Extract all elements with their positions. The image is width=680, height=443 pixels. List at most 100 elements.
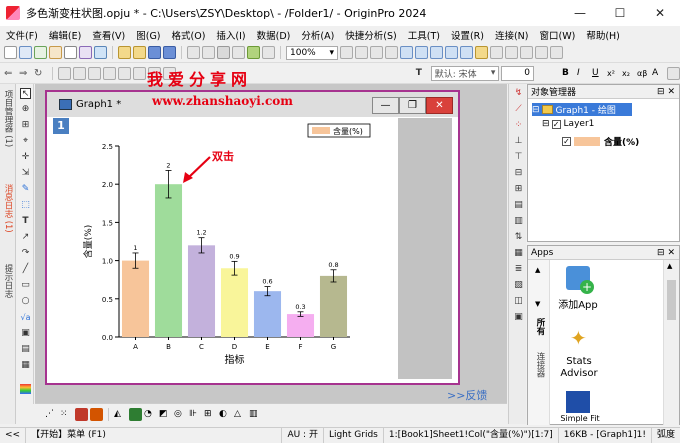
fill-color-icon[interactable] — [667, 66, 680, 80]
zoom-in-icon[interactable] — [340, 46, 353, 59]
arrow-left-icon[interactable]: ⇐ — [4, 67, 17, 80]
redo-icon[interactable] — [102, 66, 116, 80]
menu-connect[interactable]: 连接(N) — [495, 28, 529, 42]
app-label-stats-advisor[interactable]: Stats Advisor — [550, 356, 608, 380]
x-axis-label[interactable]: 指标 — [225, 353, 245, 366]
collapse-icon[interactable]: ⊟ — [532, 105, 540, 115]
snap-icon[interactable] — [117, 66, 131, 80]
font-color-icon[interactable]: A — [652, 67, 665, 80]
apps-scrollbar[interactable]: ▲ — [663, 260, 679, 425]
refresh-icon[interactable] — [262, 46, 275, 59]
superscript-icon[interactable]: x² — [607, 67, 620, 80]
tab-project-explorer[interactable]: 项目管理器 (1) — [2, 90, 14, 147]
color-scale-icon[interactable]: ▨ — [513, 280, 524, 291]
graph-window[interactable]: Graph1 * — ❐ ✕ 1 1 2 1.2 0.9 0.6 0.3 0.8 0.0 0.… — [45, 90, 460, 385]
menu-file[interactable]: 文件(F) — [6, 28, 38, 42]
text-tool-icon[interactable]: T — [416, 67, 429, 80]
y-axis-label[interactable]: 含量(%) — [82, 225, 94, 259]
status-theme[interactable]: Light Grids — [324, 427, 384, 443]
ternary-icon[interactable]: △ — [234, 408, 247, 421]
line-tool-icon[interactable]: ╱ — [20, 264, 31, 275]
new-folder-icon[interactable] — [505, 46, 518, 59]
curved-arrow-icon[interactable]: ↷ — [20, 248, 31, 259]
merge-icon[interactable]: ⊞ — [513, 184, 524, 195]
tree-layer-node[interactable]: ⊟ ✓ Layer1 — [542, 119, 594, 129]
stats-advisor-icon[interactable]: ✦ — [570, 326, 587, 350]
plot-checkbox[interactable]: ✓ — [562, 137, 571, 146]
bar-plot-icon[interactable] — [90, 408, 103, 421]
scroll-up-icon[interactable]: ▲ — [667, 262, 672, 270]
new-workbook-icon[interactable] — [19, 46, 32, 59]
scroll-up-icon[interactable]: ▲ — [535, 266, 540, 274]
close-button[interactable]: ✕ — [640, 0, 680, 26]
whole-page-icon[interactable] — [370, 46, 383, 59]
redraw-icon[interactable]: ↻ — [34, 67, 47, 80]
tree-plot-node[interactable]: ✓ 含量(%) — [562, 135, 639, 148]
arrow-tool-icon[interactable]: ↗ — [20, 232, 31, 243]
simple-fit-icon[interactable] — [566, 391, 590, 413]
graph-minimize-button[interactable]: — — [372, 97, 399, 114]
scale-tool-icon[interactable]: ⊞ — [20, 120, 31, 131]
zoom-out-icon[interactable] — [355, 46, 368, 59]
duplicate-icon[interactable] — [247, 46, 260, 59]
pin-icon[interactable]: ⊟ ✕ — [657, 248, 679, 258]
3d-plot-icon[interactable]: ◩ — [159, 408, 172, 421]
menu-analysis[interactable]: 分析(A) — [301, 28, 334, 42]
print-icon[interactable] — [217, 46, 230, 59]
underline-icon[interactable]: U — [592, 67, 605, 80]
tree-graph-node[interactable]: ⊟ Graph1 - 绘图 — [532, 103, 632, 116]
save-template-icon[interactable] — [163, 46, 176, 59]
menu-insert[interactable]: 插入(I) — [216, 28, 245, 42]
legend-icon[interactable]: ≣ — [513, 264, 524, 275]
scroll-thumb[interactable] — [667, 280, 676, 320]
apps-tab-connectors[interactable]: 连接器 — [534, 352, 546, 378]
open-template-icon[interactable] — [133, 46, 146, 59]
scale-out-icon[interactable] — [72, 66, 86, 80]
pointer-icon[interactable]: ↖ — [20, 88, 31, 99]
color-palette-icon[interactable] — [20, 384, 31, 394]
graph-page[interactable]: 1 1 2 1.2 0.9 0.6 0.3 0.8 0.0 0.5 1.0 1.5 2.0 2.5 A B… — [53, 118, 452, 379]
link-layers-icon[interactable]: ▥ — [513, 216, 524, 227]
font-select[interactable]: 默认: 宋体 ▾ — [430, 65, 500, 81]
layer-checkbox[interactable]: ✓ — [551, 119, 561, 129]
status-nav-button[interactable]: << — [0, 427, 27, 443]
open-folder-icon[interactable] — [118, 46, 131, 59]
results-log-icon[interactable] — [415, 46, 428, 59]
sql-icon[interactable] — [535, 46, 548, 59]
new-matrix-icon[interactable] — [49, 46, 62, 59]
new-function-icon[interactable] — [94, 46, 107, 59]
pin-icon[interactable]: ⊟ ✕ — [657, 87, 679, 97]
line-plot-icon[interactable]: ⟋ — [513, 104, 524, 115]
new-notes-icon[interactable] — [64, 46, 77, 59]
python-icon[interactable] — [550, 46, 563, 59]
area-plot-icon[interactable]: ◭ — [114, 408, 127, 421]
multi-panel-icon[interactable]: ▥ — [249, 408, 262, 421]
import-icon[interactable] — [187, 46, 200, 59]
status-angle-unit[interactable]: 弧度 — [652, 428, 680, 443]
tab-hints-log[interactable]: 提示日志 — [2, 264, 14, 298]
regional-mask-icon[interactable]: ⬚ — [20, 200, 31, 211]
command-window-icon[interactable] — [430, 46, 443, 59]
export-icon[interactable] — [232, 46, 245, 59]
screen-reader-icon[interactable]: ⌖ — [20, 136, 31, 147]
import-wizard-icon[interactable] — [202, 46, 215, 59]
ellipse-tool-icon[interactable]: ○ — [20, 296, 31, 307]
scroll-down-icon[interactable]: ▼ — [535, 300, 540, 308]
arrange-layers-icon[interactable]: ▤ — [513, 200, 524, 211]
new-layout-icon[interactable] — [79, 46, 92, 59]
menu-view[interactable]: 查看(V) — [92, 28, 125, 42]
image-tool-icon[interactable]: ▣ — [20, 328, 31, 339]
graph-restore-button[interactable]: ❐ — [399, 97, 426, 114]
draw-data-icon[interactable]: ✎ — [20, 184, 31, 195]
plot-tool-icon[interactable]: ↯ — [513, 88, 524, 99]
maximize-button[interactable]: ☐ — [600, 0, 640, 26]
menu-edit[interactable]: 编辑(E) — [49, 28, 81, 42]
stack-plot-icon[interactable] — [129, 408, 142, 421]
text-tool-icon[interactable]: T — [20, 216, 31, 227]
undo-icon[interactable] — [87, 66, 101, 80]
column-plot-icon[interactable] — [75, 408, 88, 421]
greek-icon[interactable]: αβ — [637, 67, 650, 80]
scatter-icon[interactable]: ⁙ — [60, 408, 73, 421]
scale-in-icon[interactable] — [57, 66, 71, 80]
menu-format[interactable]: 格式(O) — [172, 28, 206, 42]
